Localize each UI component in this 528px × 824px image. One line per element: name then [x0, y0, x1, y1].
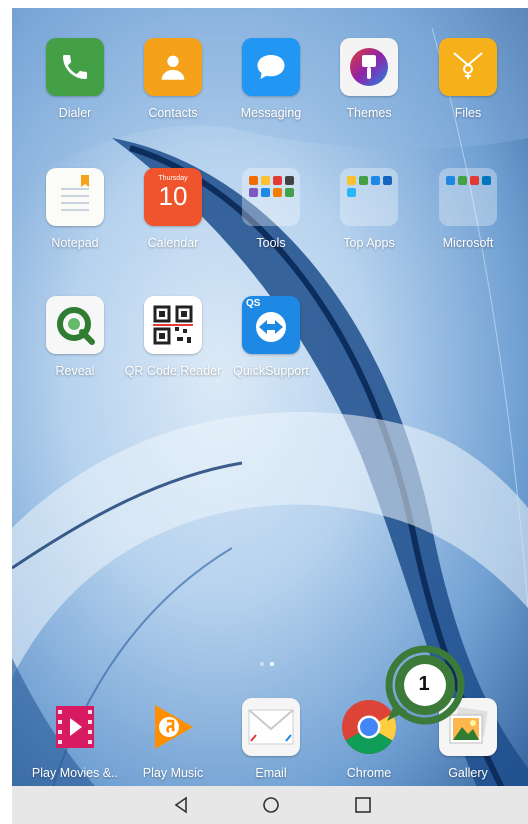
folder-icon — [439, 168, 497, 226]
app-label: Dialer — [58, 106, 92, 120]
app-contacts[interactable]: Contacts — [123, 38, 223, 120]
phone-icon — [46, 38, 104, 96]
quicksupport-icon: QS — [242, 296, 300, 354]
app-label: Microsoft — [442, 236, 494, 250]
app-label: Themes — [346, 106, 392, 120]
app-label: Notepad — [51, 236, 99, 250]
app-label: Files — [454, 106, 482, 120]
app-label: Messaging — [240, 106, 302, 120]
page-dot — [260, 662, 264, 666]
home-screen: Dialer Contacts Messaging Themes Files N… — [12, 8, 528, 824]
page-dot-active — [270, 662, 274, 666]
folder-tools[interactable]: Tools — [221, 168, 321, 250]
qs-badge: QS — [246, 298, 261, 309]
app-reveal[interactable]: Reveal — [25, 296, 125, 378]
app-label: Top Apps — [343, 236, 395, 250]
folder-envelope-icon — [439, 38, 497, 96]
dock-email[interactable]: Email — [221, 698, 321, 780]
app-label: Reveal — [55, 364, 95, 378]
app-label: Email — [255, 766, 287, 780]
folder-top-apps[interactable]: Top Apps — [319, 168, 419, 250]
app-label: Gallery — [448, 766, 488, 780]
calendar-icon: Thursday 10 — [144, 168, 202, 226]
chat-bubble-icon — [242, 38, 300, 96]
back-icon[interactable] — [170, 794, 192, 816]
callout-number: 1 — [418, 673, 430, 695]
reveal-icon — [46, 296, 104, 354]
home-icon[interactable] — [260, 794, 282, 816]
recents-icon[interactable] — [352, 794, 374, 816]
email-icon — [242, 698, 300, 756]
dock-play-movies[interactable]: Play Movies &.. — [25, 698, 125, 780]
app-qr-code-reader[interactable]: QR Code Reader — [123, 296, 223, 378]
app-files[interactable]: Files — [418, 38, 518, 120]
play-music-icon — [144, 698, 202, 756]
app-label: Contacts — [148, 106, 198, 120]
app-label: Calendar — [147, 236, 199, 250]
dock-play-music[interactable]: Play Music — [123, 698, 223, 780]
app-label: Chrome — [346, 766, 392, 780]
qr-code-icon — [144, 296, 202, 354]
app-label: QR Code Reader — [124, 364, 222, 378]
app-themes[interactable]: Themes — [319, 38, 419, 120]
calendar-date: 10 — [158, 181, 188, 211]
app-notepad[interactable]: Notepad — [25, 168, 125, 250]
paintbrush-icon — [340, 38, 398, 96]
app-quicksupport[interactable]: QS QuickSupport — [221, 296, 321, 378]
folder-icon — [242, 168, 300, 226]
app-calendar[interactable]: Thursday 10 Calendar — [123, 168, 223, 250]
app-label: Play Movies &.. — [31, 766, 119, 780]
page-indicator — [257, 653, 277, 671]
folder-icon — [340, 168, 398, 226]
app-label: Tools — [256, 236, 286, 250]
app-messaging[interactable]: Messaging — [221, 38, 321, 120]
play-movies-icon — [46, 698, 104, 756]
navigation-bar — [12, 786, 528, 824]
notepad-icon — [46, 168, 104, 226]
contacts-icon — [144, 38, 202, 96]
folder-microsoft[interactable]: Microsoft — [418, 168, 518, 250]
app-label: QuickSupport — [233, 364, 309, 378]
app-label: Play Music — [142, 766, 204, 780]
app-dialer[interactable]: Dialer — [25, 38, 125, 120]
